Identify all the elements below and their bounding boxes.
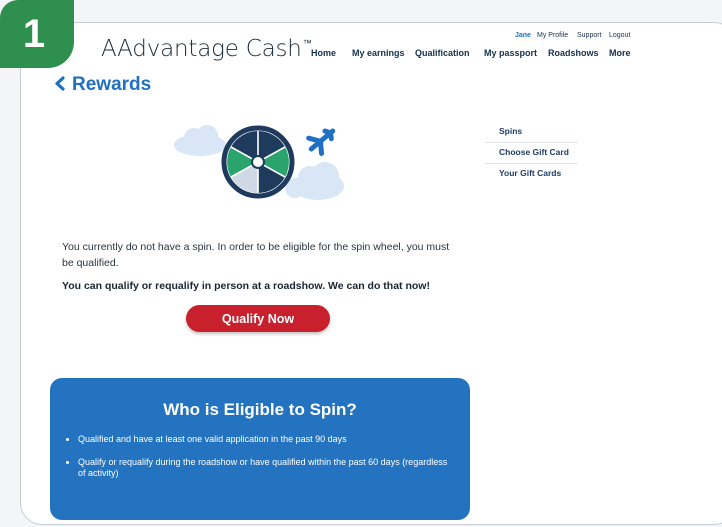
- spin-wheel-icon: [221, 125, 295, 199]
- my-profile-link[interactable]: My Profile: [537, 32, 568, 39]
- cloud-icon: [174, 125, 226, 156]
- nav-more[interactable]: More: [609, 48, 631, 58]
- eligibility-panel: Who is Eligible to Spin? Qualified and h…: [50, 378, 470, 520]
- list-item: Qualify or requalify during the roadshow…: [78, 457, 450, 479]
- side-menu-spins[interactable]: Spins: [485, 122, 578, 143]
- side-menu-choose-gift-card[interactable]: Choose Gift Card: [485, 143, 578, 164]
- brand-name: AAdvantage Cash: [101, 36, 302, 62]
- no-spin-notice: You currently do not have a spin. In ord…: [62, 241, 450, 269]
- nav-my-passport[interactable]: My passport: [484, 48, 537, 58]
- nav-my-earnings[interactable]: My earnings: [352, 48, 405, 58]
- spin-illustration: [174, 125, 344, 200]
- step-number: 1: [22, 11, 46, 56]
- page-title: Rewards: [72, 74, 152, 95]
- airplane-icon: [306, 128, 336, 156]
- user-name-link[interactable]: Jane: [515, 32, 531, 39]
- logout-link[interactable]: Logout: [609, 32, 630, 39]
- eligibility-list: Qualified and have at least one valid ap…: [66, 434, 450, 491]
- list-item: Qualified and have at least one valid ap…: [78, 434, 450, 445]
- screenshot-stage: 1 AAdvantage Cash™ Jane My Profile Suppo…: [0, 0, 722, 527]
- chevron-left-icon: [55, 76, 65, 91]
- brand-logo[interactable]: AAdvantage Cash™: [101, 36, 312, 62]
- side-menu-your-gift-cards[interactable]: Your Gift Cards: [485, 164, 578, 185]
- qualify-cta-text: You can qualify or requalify in person a…: [62, 280, 430, 292]
- nav-roadshows[interactable]: Roadshows: [548, 48, 599, 58]
- step-badge: 1: [0, 0, 74, 68]
- support-link[interactable]: Support: [577, 32, 602, 39]
- back-link[interactable]: Rewards: [53, 74, 151, 96]
- side-menu: Spins Choose Gift Card Your Gift Cards: [485, 122, 578, 185]
- eligibility-title: Who is Eligible to Spin?: [163, 400, 357, 419]
- nav-home[interactable]: Home: [311, 48, 336, 58]
- qualify-now-button[interactable]: Qualify Now: [186, 305, 330, 332]
- nav-qualification[interactable]: Qualification: [415, 48, 470, 58]
